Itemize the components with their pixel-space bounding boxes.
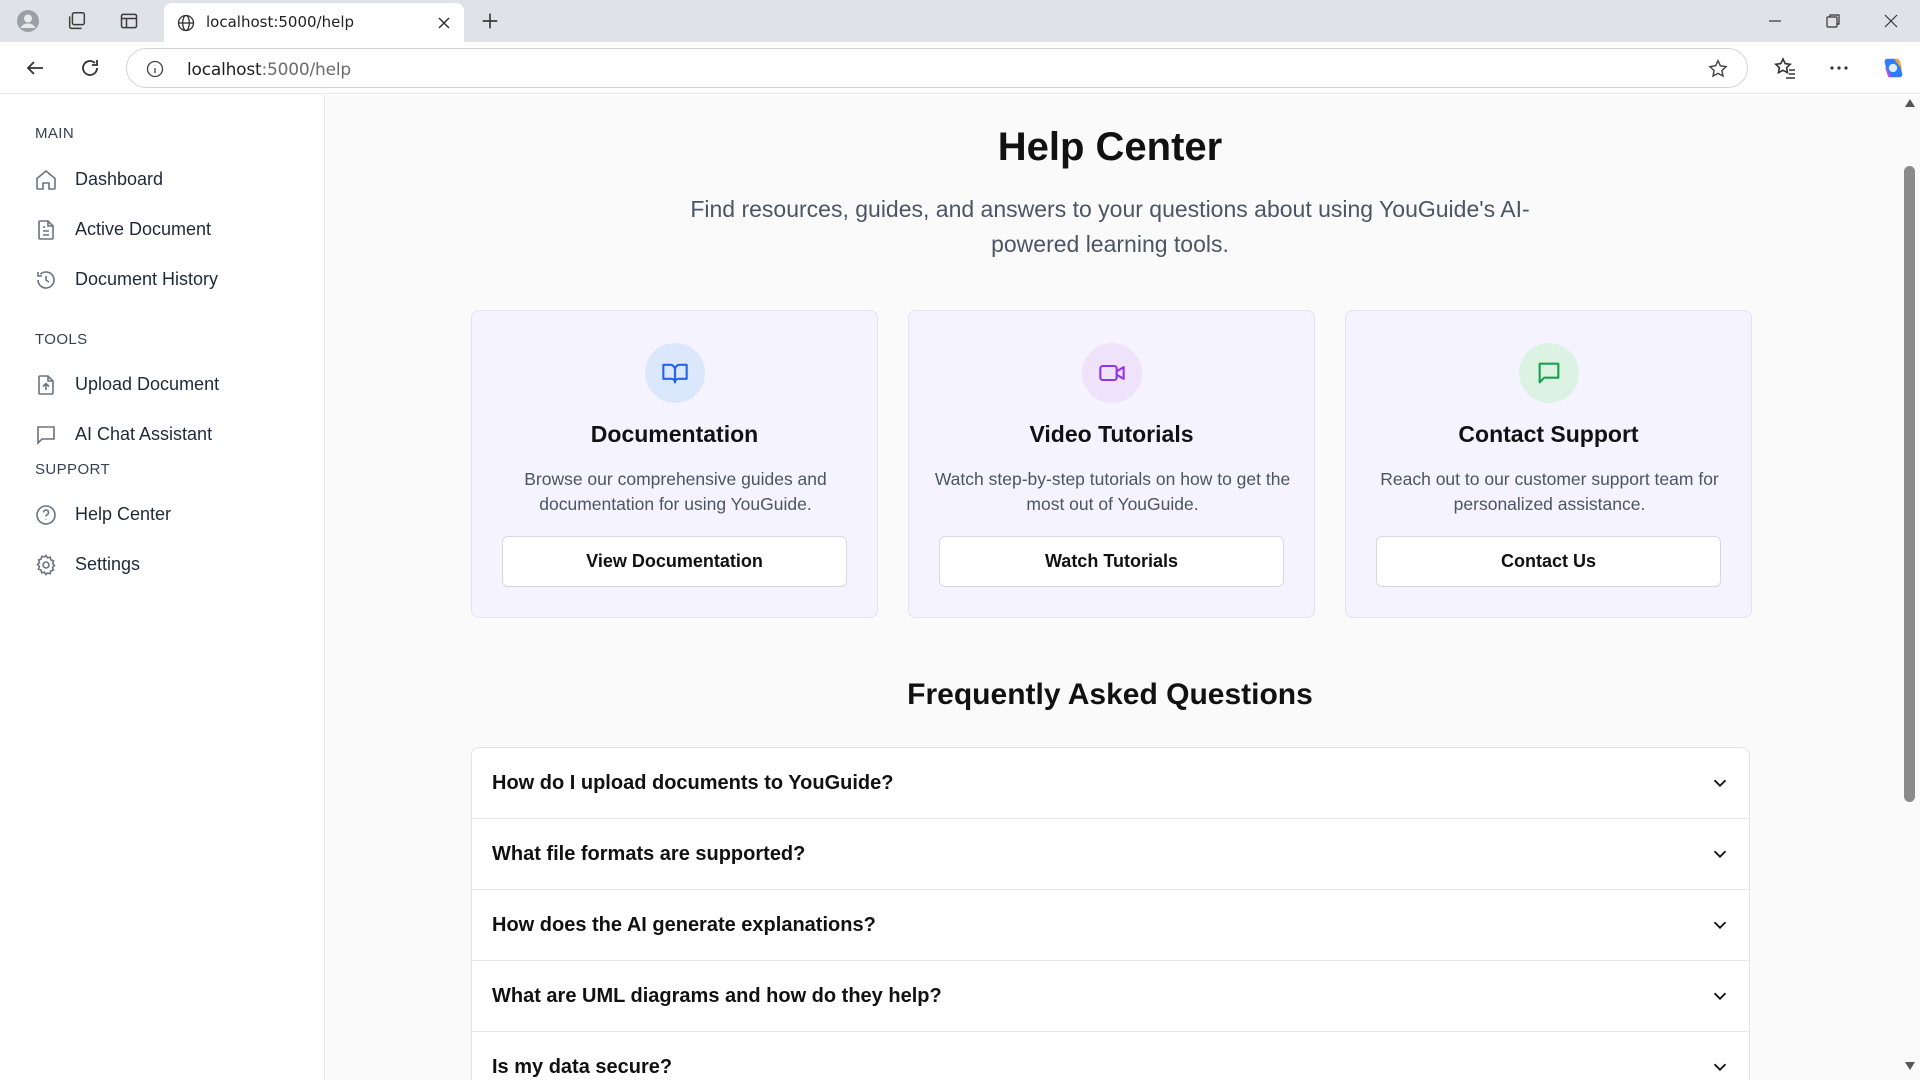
globe-icon (177, 14, 195, 32)
faq-item[interactable]: Is my data secure? (472, 1032, 1749, 1080)
faq-item[interactable]: How do I upload documents to YouGuide? (472, 748, 1749, 819)
upload-file-icon (38, 375, 54, 395)
faq-item[interactable]: What are UML diagrams and how do they he… (472, 961, 1749, 1032)
url-text[interactable]: localhost:5000/help (187, 60, 351, 80)
browser-tab-active[interactable]: localhost:5000/help (164, 3, 464, 42)
view-documentation-button[interactable]: View Documentation (502, 536, 847, 587)
faq-title: Frequently Asked Questions (907, 678, 1313, 711)
message-square-icon (1519, 343, 1579, 403)
sidebar-item-label: Help Center (75, 504, 172, 524)
chevron-down-icon (1713, 921, 1727, 930)
faq-item[interactable]: What file formats are supported? (472, 819, 1749, 890)
card-title: Documentation (590, 421, 759, 447)
chevron-down-icon (1713, 779, 1727, 788)
sidebar-item-dashboard[interactable]: Dashboard (20, 158, 310, 200)
home-icon (36, 169, 56, 190)
back-icon[interactable] (22, 55, 48, 81)
card-description: Browse our comprehensive guides and docu… (524, 469, 827, 514)
faq-question: What file formats are supported? (492, 843, 806, 865)
faq-item[interactable]: How does the AI generate explanations? (472, 890, 1749, 961)
book-open-icon (645, 343, 705, 403)
card-documentation: Documentation Browse our comprehensive g… (471, 310, 878, 618)
chevron-down-icon (1713, 850, 1727, 859)
video-icon (1082, 343, 1142, 403)
reload-icon[interactable] (77, 55, 103, 81)
favorite-star-icon[interactable] (1707, 58, 1729, 80)
sidebar-item-label: Dashboard (75, 169, 164, 189)
address-bar[interactable]: localhost:5000/help (126, 48, 1748, 88)
sidebar-item-label: Document History (75, 269, 219, 289)
help-circle-icon (36, 505, 56, 525)
sidebar-section-tools: TOOLS (35, 331, 88, 348)
chevron-down-icon (1713, 1063, 1727, 1072)
page-title: Help Center (997, 125, 1223, 169)
restore-icon[interactable] (1822, 10, 1844, 32)
card-description: Watch step-by-step tutorials on how to g… (934, 469, 1291, 514)
scroll-up-arrow-icon[interactable] (1904, 98, 1916, 108)
sidebar-section-support: SUPPORT (35, 461, 111, 478)
faq-question: How does the AI generate explanations? (492, 914, 876, 936)
faq-list: How do I upload documents to YouGuide? W… (471, 747, 1750, 1080)
card-description: Reach out to our customer support team f… (1380, 469, 1719, 514)
contact-us-button[interactable]: Contact Us (1376, 536, 1721, 587)
browser-toolbar: localhost:5000/help (0, 42, 1920, 94)
more-menu-icon[interactable] (1826, 55, 1852, 81)
document-icon (38, 220, 54, 240)
workspaces-icon[interactable] (65, 9, 89, 33)
card-contact-support: Contact Support Reach out to our custome… (1345, 310, 1752, 618)
gear-icon (36, 554, 56, 576)
close-window-icon[interactable] (1880, 10, 1902, 32)
card-title: Contact Support (1458, 421, 1639, 447)
chat-icon (37, 426, 55, 445)
sidebar-item-help-center[interactable]: Help Center (20, 493, 310, 535)
vertical-tabs-icon[interactable] (117, 9, 141, 33)
tab-title: localhost:5000/help (206, 13, 355, 31)
scroll-down-arrow-icon[interactable] (1904, 1061, 1916, 1071)
card-title: Video Tutorials (1029, 421, 1194, 447)
main-content: Help Center Find resources, guides, and … (326, 95, 1900, 1080)
profile-icon[interactable] (16, 9, 40, 33)
sidebar-item-document-history[interactable]: Document History (20, 258, 310, 300)
faq-question: Is my data secure? (492, 1056, 673, 1078)
copilot-icon[interactable] (1880, 55, 1906, 81)
sidebar-item-settings[interactable]: Settings (20, 543, 310, 585)
new-tab-icon[interactable] (478, 9, 502, 33)
sidebar-item-label: Upload Document (75, 374, 220, 394)
sidebar-item-label: Settings (75, 554, 141, 574)
sidebar-item-active-document[interactable]: Active Document (20, 208, 310, 250)
chevron-down-icon (1713, 992, 1727, 1001)
sidebar-item-upload-document[interactable]: Upload Document (20, 363, 310, 405)
sidebar-section-main: MAIN (35, 125, 75, 142)
history-icon (37, 271, 55, 289)
close-tab-icon[interactable] (434, 13, 454, 33)
watch-tutorials-button[interactable]: Watch Tutorials (939, 536, 1284, 587)
favorites-icon[interactable] (1772, 55, 1798, 81)
sidebar-item-label: Active Document (75, 219, 212, 239)
page-subtitle: Find resources, guides, and answers to y… (690, 196, 1530, 257)
faq-question: What are UML diagrams and how do they he… (492, 985, 942, 1007)
minimize-icon[interactable] (1764, 10, 1786, 32)
sidebar: MAIN Dashboard Active Document Document … (0, 95, 325, 1080)
sidebar-item-ai-chat-assistant[interactable]: AI Chat Assistant (20, 413, 310, 455)
scrollbar-thumb[interactable] (1904, 166, 1915, 802)
faq-question: How do I upload documents to YouGuide? (492, 772, 894, 794)
browser-tab-bar: localhost:5000/help (0, 0, 1920, 42)
sidebar-item-label: AI Chat Assistant (75, 424, 213, 444)
site-info-icon[interactable] (145, 59, 165, 79)
card-video-tutorials: Video Tutorials Watch step-by-step tutor… (908, 310, 1315, 618)
